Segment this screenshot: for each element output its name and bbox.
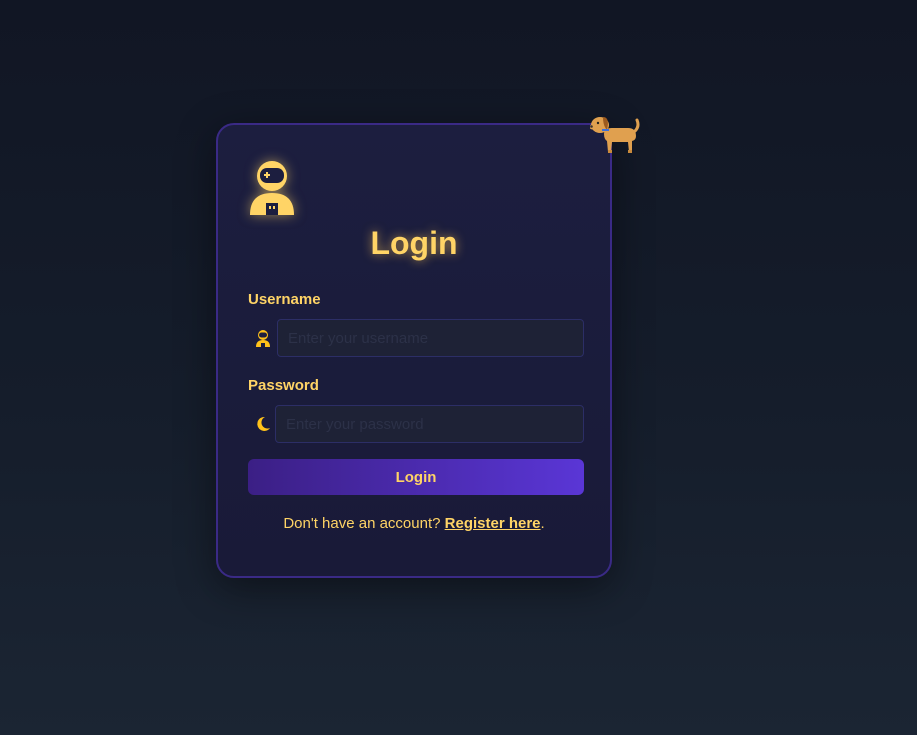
- login-button[interactable]: Login: [248, 459, 584, 495]
- register-prompt: Don't have an account? Register here.: [218, 515, 610, 532]
- astronaut-icon: [250, 161, 294, 215]
- login-card: Login Username Password Login Don't have…: [216, 123, 612, 578]
- username-field[interactable]: [277, 319, 584, 357]
- page-title: Login: [370, 225, 458, 261]
- moon-icon: [257, 416, 270, 431]
- register-prompt-period: .: [540, 515, 545, 532]
- dog-icon: [590, 117, 640, 153]
- astronaut-icon: [256, 330, 270, 347]
- register-link[interactable]: Register here: [445, 515, 541, 532]
- password-label: Password: [248, 377, 319, 394]
- password-field[interactable]: [275, 405, 584, 443]
- register-prompt-text: Don't have an account?: [283, 515, 441, 532]
- username-label: Username: [248, 291, 321, 308]
